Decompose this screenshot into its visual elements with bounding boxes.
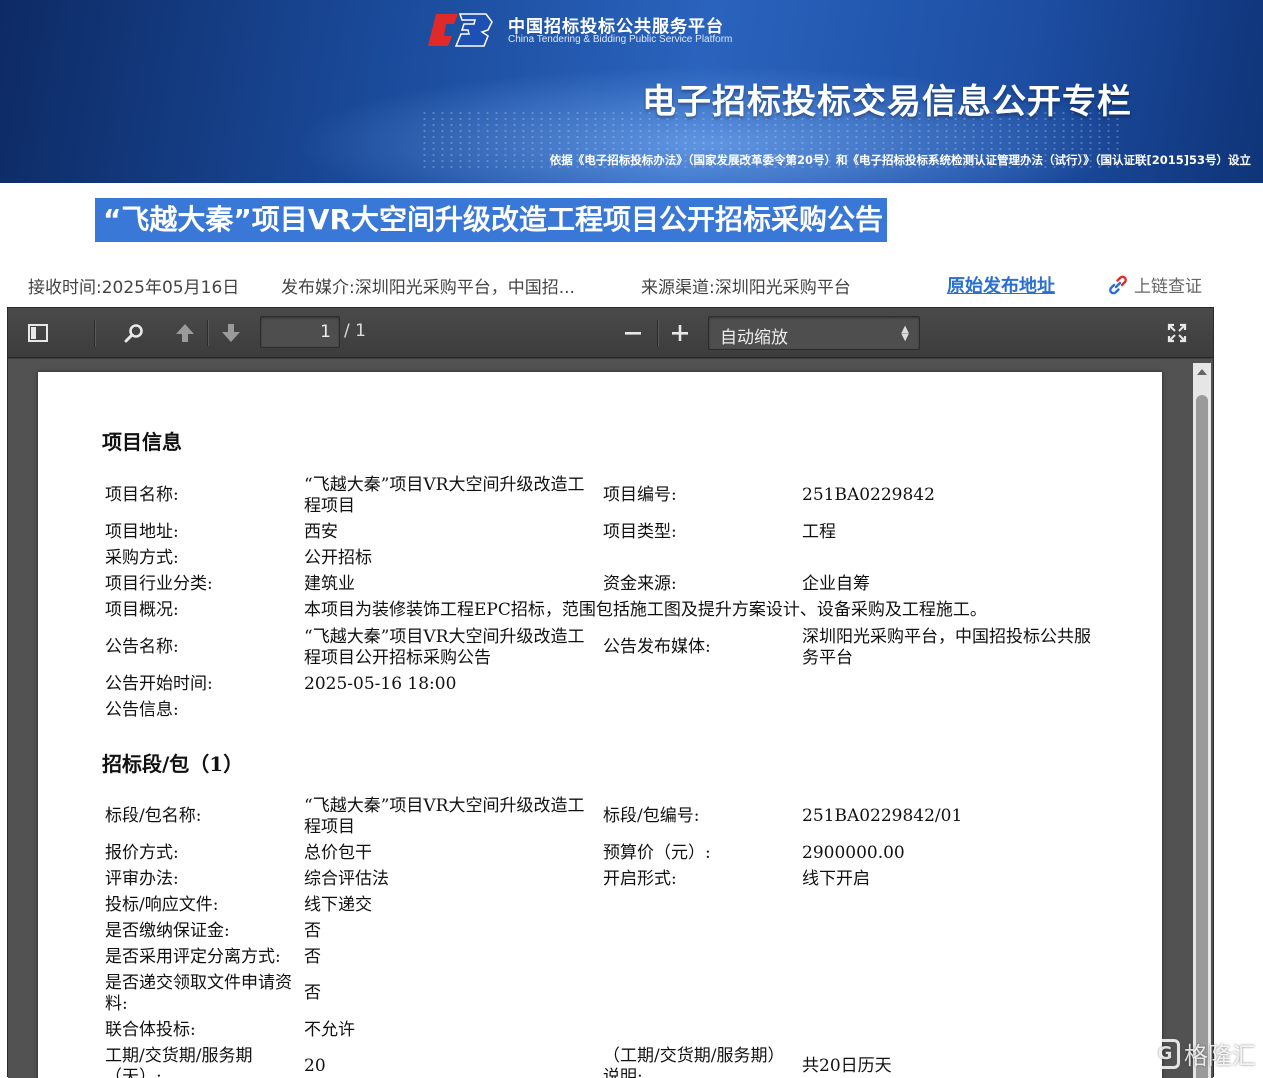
budget-label: 预算价（元）: xyxy=(603,843,711,863)
sidebar-toggle-button[interactable] xyxy=(22,318,54,348)
quote-method-value: 总价包干 xyxy=(304,843,372,863)
notice-start-value: 2025-05-16 18:00 xyxy=(304,674,457,694)
toolbar-separator xyxy=(207,320,208,346)
project-location-value: 西安 xyxy=(304,522,338,542)
banner-legal-basis: 依据《电子招标投标办法》（国家发展改革委令第20号）和《电子招标投标系统检测认证… xyxy=(549,153,1251,167)
opening-form-label: 开启形式: xyxy=(603,869,677,889)
notice-name-label: 公告名称: xyxy=(105,637,179,657)
review-method-value: 综合评估法 xyxy=(304,869,389,889)
review-method-label: 评审办法: xyxy=(105,869,179,889)
received-time: 接收时间:2025年05月16日 xyxy=(28,278,240,298)
procurement-method-value: 公开招标 xyxy=(304,548,372,568)
chain-verify-label: 上链查证 xyxy=(1134,277,1202,297)
notice-name-value: “飞越大秦”项目VR大空间升级改造工程项目公开招标采购公告 xyxy=(304,627,585,668)
opening-form-value: 线下开启 xyxy=(802,869,870,889)
industry-value: 建筑业 xyxy=(304,574,355,594)
notice-info-label: 公告信息: xyxy=(105,700,179,720)
select-arrows-icon: ▲ ▼ xyxy=(901,324,909,343)
banner-title: 电子招标投标交易信息公开专栏 xyxy=(642,82,1132,122)
lot-code-label: 标段/包编号: xyxy=(603,806,700,826)
budget-value: 2900000.00 xyxy=(802,843,905,863)
previous-page-button[interactable] xyxy=(169,318,201,348)
project-overview-label: 项目概况: xyxy=(105,600,179,620)
toolbar-separator xyxy=(94,320,95,346)
pdf-toolbar: 1 / 1 自动缩放 ▲ ▼ xyxy=(8,308,1213,358)
project-overview-value: 本项目为装修装饰工程EPC招标，范围包括施工图及提升方案设计、设备采购及工程施工… xyxy=(304,600,987,620)
zoom-out-button[interactable] xyxy=(617,318,649,348)
arrow-up-icon xyxy=(176,324,194,342)
project-name-value: “飞越大秦”项目VR大空间升级改造工程项目 xyxy=(304,475,585,516)
fund-source-value: 企业自筹 xyxy=(802,574,870,594)
bid-document-label: 投标/响应文件: xyxy=(105,895,219,915)
notice-media-value: 深圳阳光采购平台，中国招投标公共服务平台 xyxy=(802,627,1091,668)
period-desc-label: （工期/交货期/服务期）说明: xyxy=(603,1046,785,1078)
page-number-input[interactable]: 1 xyxy=(260,316,340,348)
zoom-select-value: 自动缩放 xyxy=(720,328,788,348)
site-banner: 中国招标投标公共服务平台 China Tendering & Bidding P… xyxy=(0,0,1263,183)
deposit-label: 是否缴纳保证金: xyxy=(105,921,230,941)
notice-title: “飞越大秦”项目VR大空间升级改造工程项目公开招标采购公告 xyxy=(95,198,888,242)
apply-docs-value: 否 xyxy=(304,983,321,1003)
period-value: 20 xyxy=(304,1056,326,1076)
period-label: 工期/交货期/服务期（天）: xyxy=(105,1046,253,1078)
project-type-label: 项目类型: xyxy=(603,522,677,542)
search-icon xyxy=(124,324,143,343)
zoom-in-button[interactable] xyxy=(664,318,696,348)
page-total: / 1 xyxy=(344,321,366,341)
presentation-mode-button[interactable] xyxy=(1161,318,1193,348)
minus-icon xyxy=(625,332,641,335)
next-page-button[interactable] xyxy=(215,318,247,348)
lot-code-value: 251BA0229842/01 xyxy=(802,806,963,826)
quote-method-label: 报价方式: xyxy=(105,843,179,863)
project-code-label: 项目编号: xyxy=(603,485,677,505)
platform-logo-icon xyxy=(428,13,493,47)
project-code-value: 251BA0229842 xyxy=(802,485,935,505)
bid-document-value: 线下递交 xyxy=(304,895,372,915)
consortium-label: 联合体投标: xyxy=(105,1020,196,1040)
section-lot: 招标段/包（1） xyxy=(102,752,244,776)
find-button[interactable] xyxy=(118,318,150,348)
scrollbar-thumb[interactable] xyxy=(1196,395,1208,1078)
procurement-method-label: 采购方式: xyxy=(105,548,179,568)
pdf-page: 项目信息 项目名称: “飞越大秦”项目VR大空间升级改造工程项目 项目编号: 2… xyxy=(38,372,1162,1078)
watermark-logo-icon: G xyxy=(1150,1038,1180,1069)
lot-name-label: 标段/包名称: xyxy=(105,806,202,826)
fullscreen-icon xyxy=(1167,323,1187,343)
publish-media: 发布媒介:深圳阳光采购平台，中国招... xyxy=(281,278,575,298)
watermark-text: 格隆汇 xyxy=(1184,1042,1256,1070)
notice-media-label: 公告发布媒体: xyxy=(603,637,711,657)
deposit-value: 否 xyxy=(304,921,321,941)
fund-source-label: 资金来源: xyxy=(603,574,677,594)
project-type-value: 工程 xyxy=(802,522,836,542)
period-desc-value: 共20日历天 xyxy=(802,1056,892,1076)
industry-label: 项目行业分类: xyxy=(105,574,213,594)
pdf-page-area: 项目信息 项目名称: “飞越大秦”项目VR大空间升级改造工程项目 项目编号: 2… xyxy=(8,359,1213,1078)
project-location-label: 项目地址: xyxy=(105,522,179,542)
toolbar-separator xyxy=(657,320,658,346)
pdf-viewer: 1 / 1 自动缩放 ▲ ▼ 项目信息 项目名称: “飞越大秦”项目VR大空间升级… xyxy=(7,307,1214,1078)
plus-icon xyxy=(672,325,688,341)
lot-name-value: “飞越大秦”项目VR大空间升级改造工程项目 xyxy=(304,796,585,837)
sidebar-toggle-icon xyxy=(28,324,48,342)
separation-label: 是否采用评定分离方式: xyxy=(105,947,281,967)
arrow-down-icon xyxy=(222,324,240,342)
chain-verify-button[interactable]: 上链查证 xyxy=(1106,272,1202,297)
platform-name-en: China Tendering & Bidding Public Service… xyxy=(508,34,733,45)
separation-value: 否 xyxy=(304,947,321,967)
original-link[interactable]: 原始发布地址 xyxy=(947,272,1055,298)
notice-start-label: 公告开始时间: xyxy=(105,674,213,694)
apply-docs-label: 是否递交领取文件申请资料: xyxy=(105,973,292,1014)
consortium-value: 不允许 xyxy=(304,1020,355,1040)
section-project-info: 项目信息 xyxy=(102,430,182,454)
project-name-label: 项目名称: xyxy=(105,485,179,505)
zoom-select[interactable]: 自动缩放 ▲ ▼ xyxy=(708,316,920,350)
watermark: G 格隆汇 xyxy=(1150,1036,1256,1071)
source-channel: 来源渠道:深圳阳光采购平台 xyxy=(641,278,851,298)
vertical-scrollbar[interactable] xyxy=(1193,363,1211,1078)
chain-link-icon xyxy=(1109,275,1127,294)
scroll-up-icon[interactable] xyxy=(1197,369,1207,375)
